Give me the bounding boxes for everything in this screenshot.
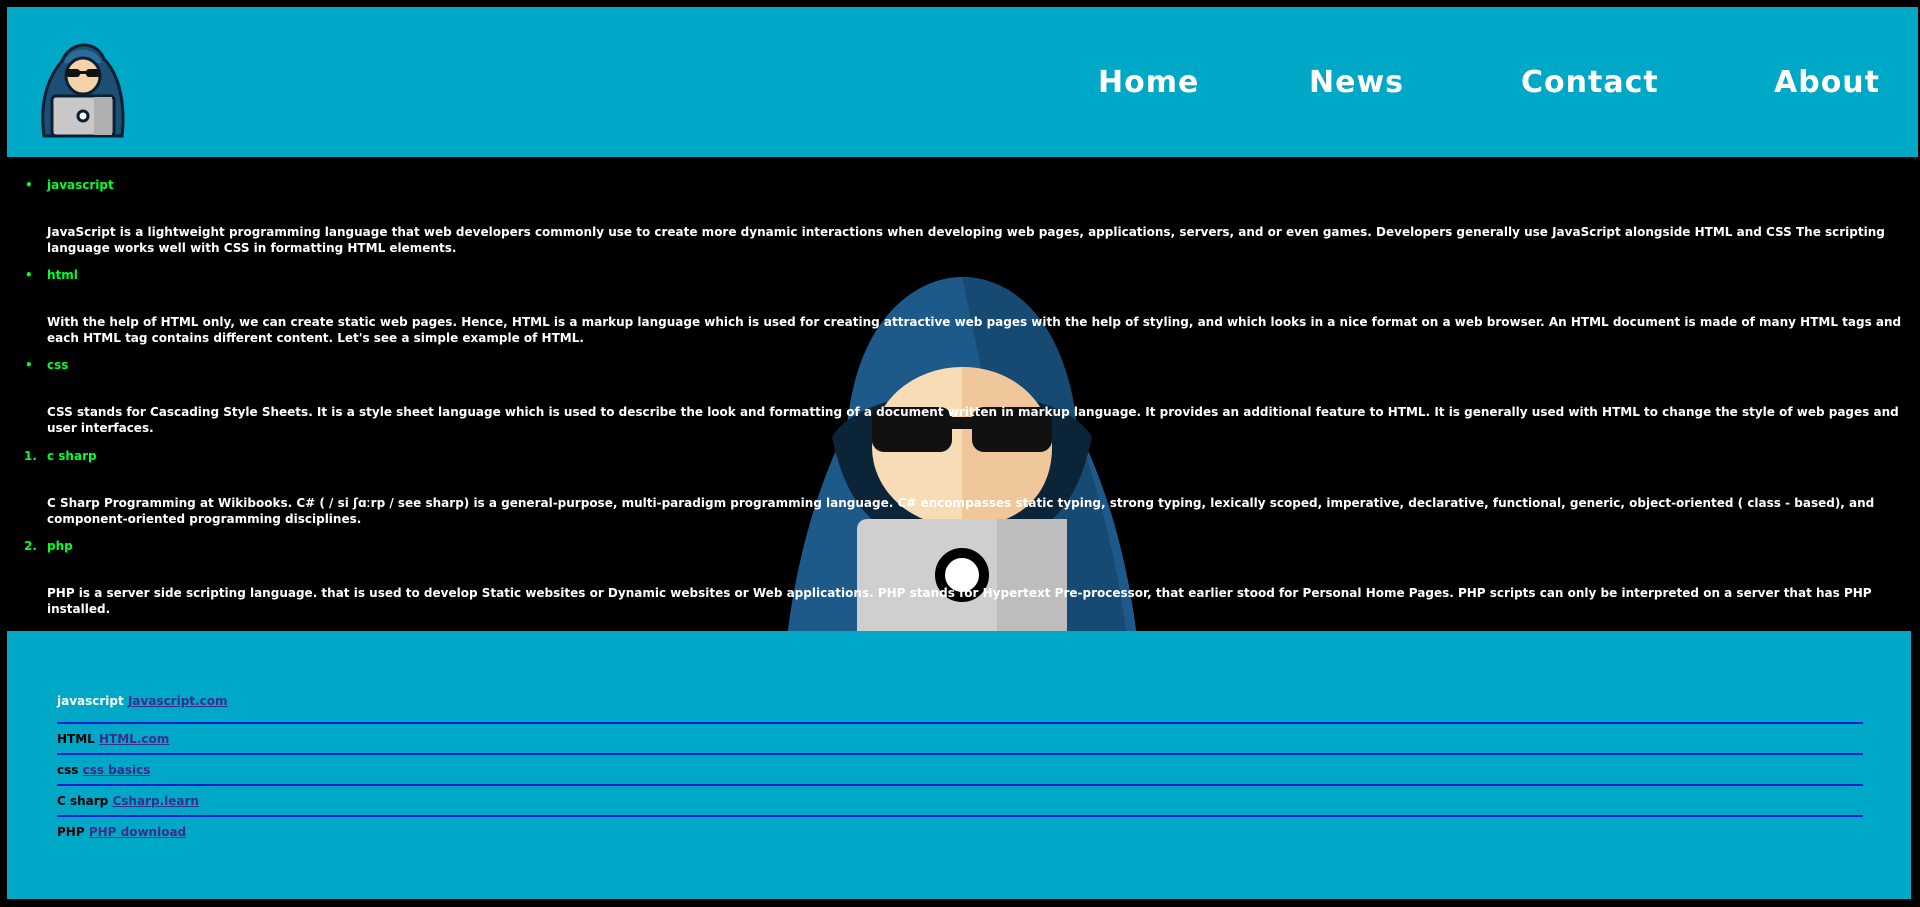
number-marker: 2. [24, 539, 37, 553]
topic-description: With the help of HTML only, we can creat… [47, 315, 1902, 345]
site-footer: javascript Javascript.com HTML HTML.com … [7, 631, 1911, 899]
bullet-marker: • [25, 358, 33, 372]
nav-home[interactable]: Home [1098, 65, 1199, 100]
topic-title: javascript [47, 178, 114, 192]
footer-link-row: PHP PHP download [57, 825, 1863, 839]
main-nav: Home News Contact About [7, 65, 1918, 115]
topic-title: html [47, 268, 78, 282]
footer-link-row: C sharp Csharp.learn [57, 794, 1863, 808]
footer-link-label: css [57, 763, 79, 777]
footer-link[interactable]: PHP download [89, 825, 186, 839]
footer-divider [57, 753, 1863, 755]
list-item: • css [25, 358, 1917, 372]
footer-link-row: css css basics [57, 763, 1863, 777]
topic-description: JavaScript is a lightweight programming … [47, 225, 1885, 255]
footer-divider [57, 815, 1863, 817]
main-content: • javascript JavaScript is a lightweight… [7, 157, 1918, 631]
nav-news[interactable]: News [1309, 65, 1404, 100]
topic-description: PHP is a server side scripting language.… [47, 586, 1872, 616]
list-item: • javascript [25, 178, 1917, 192]
footer-link[interactable]: Csharp.learn [112, 794, 198, 808]
topic-title: css [47, 358, 69, 372]
footer-link-label: javascript [57, 694, 124, 708]
list-item: • html [25, 268, 1917, 282]
footer-link-label: HTML [57, 732, 95, 746]
site-header: Home News Contact About [7, 7, 1918, 157]
list-item: 2. php [24, 539, 1917, 553]
footer-link-label: C sharp [57, 794, 109, 808]
topic-title: c sharp [47, 449, 97, 463]
footer-link-row: javascript Javascript.com [57, 694, 1863, 708]
page-frame: Home News Contact About • javascript Jav… [7, 7, 1918, 899]
topic-title: php [47, 539, 73, 553]
topic-description: CSS stands for Cascading Style Sheets. I… [47, 405, 1899, 435]
bullet-marker: • [25, 178, 33, 192]
number-marker: 1. [24, 449, 37, 463]
topic-description: C Sharp Programming at Wikibooks. C# ( /… [47, 496, 1875, 526]
nav-about[interactable]: About [1774, 65, 1880, 100]
footer-divider [57, 784, 1863, 786]
footer-link-row: HTML HTML.com [57, 732, 1863, 746]
footer-link[interactable]: Javascript.com [128, 694, 228, 708]
bullet-marker: • [25, 268, 33, 282]
footer-link-label: PHP [57, 825, 85, 839]
footer-link[interactable]: css basics [83, 763, 151, 777]
footer-link[interactable]: HTML.com [99, 732, 169, 746]
footer-divider [57, 722, 1863, 724]
nav-contact[interactable]: Contact [1521, 65, 1659, 100]
list-item: 1. c sharp [24, 449, 1917, 463]
